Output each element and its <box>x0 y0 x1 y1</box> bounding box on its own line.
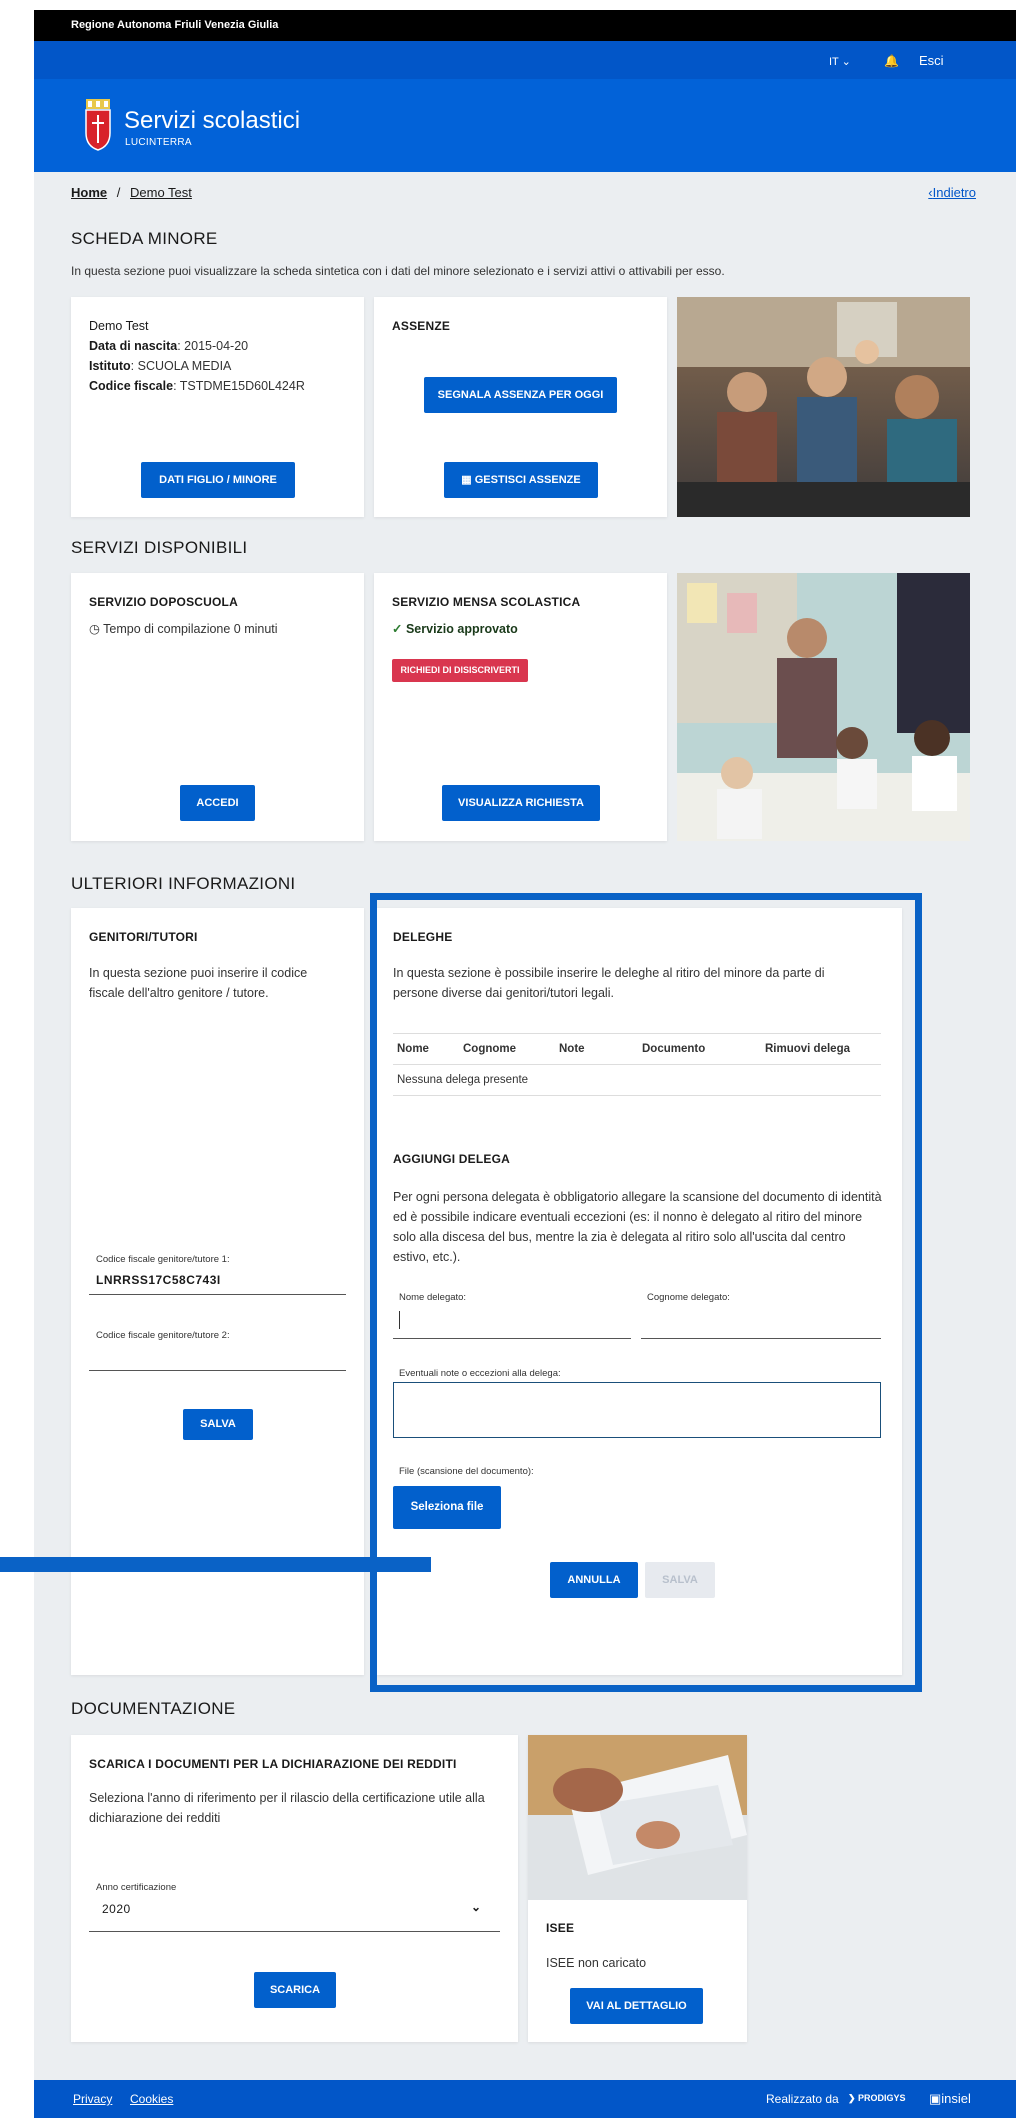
genitori-text: In questa sezione puoi inserire il codic… <box>89 966 308 1000</box>
minor-cf: Codice fiscale: TSTDME15D60L424R <box>89 379 305 393</box>
redditi-text: Seleziona l'anno di riferimento per il r… <box>89 1791 485 1825</box>
calendar-icon: ▦ <box>461 474 472 486</box>
chevron-down-icon[interactable]: ⌄ <box>471 1900 482 1914</box>
back-label: Indietro <box>932 185 976 200</box>
region-bar: Regione Autonoma Friuli Venezia Giulia <box>34 10 1016 41</box>
cf1-label: Codice fiscale genitore/tutore 1: <box>96 1254 230 1265</box>
genitori-save-button[interactable]: SALVA <box>183 1409 253 1440</box>
cf2-underline <box>89 1370 346 1371</box>
section-intro-scheda: In questa sezione puoi visualizzare la s… <box>71 264 725 278</box>
site-header: Servizi scolastici LUCINTERRA <box>34 79 1016 172</box>
isee-status: ISEE non caricato <box>546 1956 647 1970</box>
mensa-title: SERVIZIO MENSA SCOLASTICA <box>392 595 581 609</box>
doposcuola-status: ◷ Tempo di compilazione 0 minuti <box>89 619 278 639</box>
logout-link[interactable]: Esci <box>919 53 944 68</box>
classroom-photo <box>677 297 970 517</box>
credits-text: Realizzato da <box>766 2092 839 2106</box>
cf2-label: Codice fiscale genitore/tutore 2: <box>96 1330 230 1341</box>
mensa-status-text: Servizio approvato <box>405 622 518 636</box>
isee-card: ISEE ISEE non caricato VAI AL DETTAGLIO <box>528 1735 747 2042</box>
mensa-status: ✓ Servizio approvato <box>392 619 518 639</box>
page: Regione Autonoma Friuli Venezia Giulia I… <box>34 10 1016 2118</box>
view-request-button[interactable]: VISUALIZZA RICHIESTA <box>442 785 600 821</box>
privacy-link[interactable]: Privacy <box>73 2092 112 2106</box>
site-title[interactable]: Servizi scolastici <box>124 107 300 135</box>
download-button[interactable]: SCARICA <box>254 1972 336 2008</box>
mensa-card: SERVIZIO MENSA SCOLASTICA ✓ Servizio app… <box>374 573 667 841</box>
year-label: Anno certificazione <box>96 1882 177 1893</box>
minor-school: Istituto: SCUOLA MEDIA <box>89 359 232 373</box>
crest-logo[interactable] <box>85 99 111 151</box>
back-link[interactable]: ‹Indietro <box>928 185 976 200</box>
doposcuola-title: SERVIZIO DOPOSCUOLA <box>89 595 238 609</box>
document-photo <box>528 1735 747 1900</box>
redditi-card: SCARICA I DOCUMENTI PER LA DICHIARAZIONE… <box>71 1735 518 2042</box>
footer: Privacy Cookies Realizzato da ❯ PRODIGYS… <box>34 2080 1016 2118</box>
cf2-input[interactable] <box>96 1349 346 1367</box>
absences-card: ASSENZE SEGNALA ASSENZA PER OGGI ▦ GESTI… <box>374 297 667 517</box>
highlight-frame <box>370 893 922 1692</box>
minor-card: Demo Test Data di nascita: 2015-04-20 Is… <box>71 297 364 517</box>
region-name: Regione Autonoma Friuli Venezia Giulia <box>71 19 279 31</box>
section-title-documentazione: DOCUMENTAZIONE <box>71 1699 236 1718</box>
section-title-servizi: SERVIZI DISPONIBILI <box>71 538 248 557</box>
manage-absences-button[interactable]: ▦ GESTISCI ASSENZE <box>444 462 598 498</box>
bell-icon[interactable]: 🔔 <box>884 54 899 68</box>
teacher-photo <box>677 573 970 841</box>
cf1-input[interactable]: LNRRSS17C58C743I <box>96 1273 221 1287</box>
breadcrumb: Home / Demo Test <box>71 185 192 200</box>
doposcuola-card: SERVIZIO DOPOSCUOLA ◷ Tempo di compilazi… <box>71 573 364 841</box>
breadcrumb-home[interactable]: Home <box>71 185 107 200</box>
language-selector[interactable]: IT ⌄ <box>829 55 851 68</box>
doposcuola-access-button[interactable]: ACCEDI <box>180 785 255 821</box>
clock-icon: ◷ <box>89 622 100 636</box>
report-absence-button[interactable]: SEGNALA ASSENZA PER OGGI <box>424 377 617 413</box>
section-title-ulteriori: ULTERIORI INFORMAZIONI <box>71 874 296 893</box>
breadcrumb-separator: / <box>116 185 121 200</box>
year-select[interactable]: 2020 <box>102 1902 131 1916</box>
check-circle-icon: ✓ <box>392 622 403 636</box>
minor-dob: Data di nascita: 2015-04-20 <box>89 339 249 353</box>
genitori-title: GENITORI/TUTORI <box>89 930 198 944</box>
year-underline <box>89 1931 500 1932</box>
unsubscribe-badge[interactable]: RICHIEDI DI DISISCRIVERTI <box>392 659 528 682</box>
breadcrumb-current[interactable]: Demo Test <box>130 185 192 200</box>
section-title-scheda: SCHEDA MINORE <box>71 229 218 248</box>
highlight-connector-bar <box>0 1557 431 1572</box>
absences-title: ASSENZE <box>392 319 451 333</box>
redditi-title: SCARICA I DOCUMENTI PER LA DICHIARAZIONE… <box>89 1757 457 1771</box>
prodigys-logo[interactable]: ❯ PRODIGYS <box>848 2093 906 2104</box>
insiel-logo[interactable]: ▣insiel <box>929 2091 971 2107</box>
isee-detail-button[interactable]: VAI AL DETTAGLIO <box>570 1988 703 2024</box>
minor-data-button[interactable]: DATI FIGLIO / MINORE <box>141 462 295 498</box>
cf1-underline <box>89 1294 346 1295</box>
cookies-link[interactable]: Cookies <box>130 2092 173 2106</box>
doposcuola-status-text: Tempo di compilazione 0 minuti <box>103 622 278 636</box>
top-navbar: IT ⌄ 🔔 Esci <box>34 41 1016 79</box>
minor-name: Demo Test <box>89 319 149 333</box>
manage-absences-label: GESTISCI ASSENZE <box>474 474 581 486</box>
isee-title: ISEE <box>546 1921 575 1935</box>
site-subtitle: LUCINTERRA <box>125 137 192 148</box>
